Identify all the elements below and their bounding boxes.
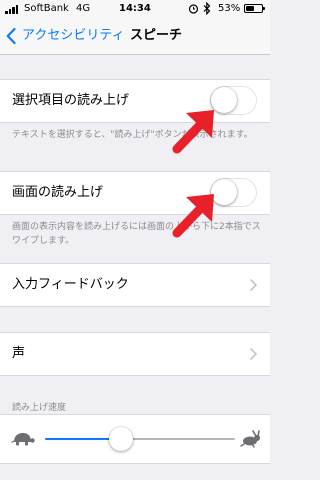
page-title: スピーチ [130,28,183,43]
voices-label: 声 [12,346,26,361]
annotation-arrow-icon [172,194,214,238]
status-bar: SoftBank 4G 14:34 53% [0,0,270,18]
speak-screen-footer: 画面の表示内容を読み上げるには画面の上から下に2本指でスワイプします。 [12,222,261,246]
carrier-name: SoftBank [24,3,69,14]
speak-screen-row: 画面の読み上げ [0,171,270,215]
hare-icon [240,430,260,448]
alarm-icon [188,4,199,14]
speak-selection-row: 選択項目の読み上げ [0,79,270,123]
speak-selection-label: 選択項目の読み上げ [12,93,130,108]
battery-percent: 53% [218,3,241,14]
annotation-arrow-icon [172,110,214,154]
signal-icon [5,5,23,14]
chevron-left-icon [6,28,16,44]
back-label: アクセシビリティ [22,28,125,43]
typing-feedback-label: 入力フィードバック [12,277,129,292]
tortoise-icon [11,433,35,446]
speaking-rate-header: 読み上げ速度 [12,403,67,413]
typing-feedback-row[interactable]: 入力フィードバック [0,263,270,307]
bluetooth-icon [203,2,211,15]
speaking-rate-row [0,414,270,464]
battery-icon [244,4,265,13]
speaking-rate-slider[interactable] [45,438,235,440]
chevron-right-icon [250,348,257,360]
navigation-bar: アクセシビリティ スピーチ [0,18,270,55]
speaking-rate-thumb[interactable] [109,427,133,451]
speak-screen-label: 画面の読み上げ [12,185,104,200]
chevron-right-icon [250,279,257,291]
voices-row[interactable]: 声 [0,332,270,376]
speak-selection-footer: テキストを選択すると、"読み上げ"ボタンが表示されます。 [12,130,253,140]
status-time: 14:34 [119,3,151,14]
network-type: 4G [76,3,91,14]
